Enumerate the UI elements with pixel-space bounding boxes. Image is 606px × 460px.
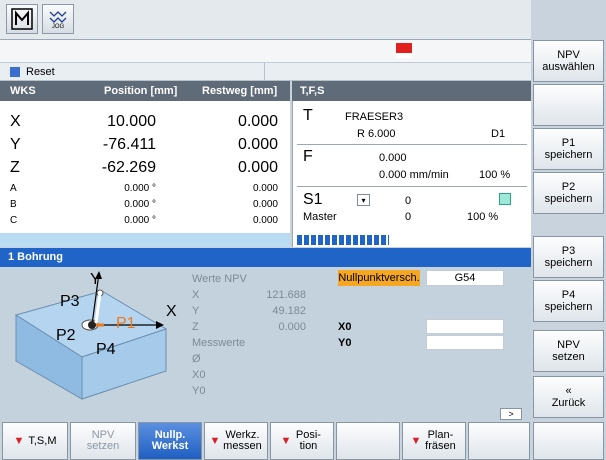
p3-label: P3 xyxy=(60,293,80,310)
machine-icon[interactable] xyxy=(6,4,38,34)
plan-fraesen-button[interactable]: ▼ Plan- fräsen xyxy=(402,422,466,460)
p4-label: P4 xyxy=(96,341,116,358)
s-value: 0 xyxy=(405,195,412,207)
tool-icon: ▼ xyxy=(13,434,25,447)
wks-col-label: WKS xyxy=(10,85,36,97)
p1-speichern-button[interactable]: P1 speichern xyxy=(533,128,604,170)
jog-icon[interactable]: JOG xyxy=(42,4,74,34)
f-value: 0.000 xyxy=(379,152,407,164)
npv-auswaehlen-button[interactable]: NPV auswählen xyxy=(533,40,604,82)
reset-label: Reset xyxy=(26,66,55,78)
npv-setzen-button[interactable]: NPV setzen xyxy=(533,330,604,372)
softkey-empty-bottom[interactable] xyxy=(336,422,400,460)
p2-label: P2 xyxy=(56,327,76,344)
npv-x-value: 121.688 xyxy=(266,289,306,301)
x0-field[interactable] xyxy=(426,319,504,334)
y-axis-label: Y xyxy=(90,271,101,288)
tfs-header: T,F,S xyxy=(292,81,531,101)
werte-npv-label: Werte NPV xyxy=(192,273,247,285)
master-value: 0 xyxy=(405,211,412,223)
axis-row-y: Y -76.411 0.000 xyxy=(10,136,278,153)
axis-row-x: X 10.000 0.000 xyxy=(10,113,278,130)
zurueck-button[interactable]: « Zurück xyxy=(533,376,604,418)
axis-row-a: A 0.000 ° 0.000 xyxy=(10,183,278,194)
p1-label: P1 xyxy=(116,315,136,332)
f-percent: 100 % xyxy=(479,169,511,181)
f-rate: 0.000 mm/min xyxy=(379,169,449,181)
master-percent: 100 % xyxy=(467,211,499,223)
tsm-button[interactable]: ▼ T,S,M xyxy=(2,422,68,460)
tool-name: FRAESER3 xyxy=(345,111,404,123)
wks-header: WKS Position [mm] Restweg [mm] xyxy=(0,81,290,101)
spindle-dropdown[interactable]: ▾ xyxy=(357,194,370,206)
x-axis-label: X xyxy=(166,303,177,320)
softkey-empty-bottom-3[interactable] xyxy=(533,422,604,460)
axis-row-c: C 0.000 ° 0.000 xyxy=(10,215,278,226)
s-label: S1 xyxy=(303,191,323,208)
p3-speichern-button[interactable]: P3 speichern xyxy=(533,236,604,278)
softkey-empty[interactable] xyxy=(533,84,604,126)
scroll-right-button[interactable]: > xyxy=(500,408,522,420)
master-label: Master xyxy=(303,211,337,223)
position-button[interactable]: ▼ Posi- tion xyxy=(270,422,334,460)
tool-d: D1 xyxy=(491,128,506,140)
tfs-panel: T FRAESER3 R 6.000 D1 F 0.000 0.000 mm/m… xyxy=(292,101,531,233)
measurement-diagram xyxy=(14,271,168,400)
nullpunkt-label-box: Nullpunktversch. xyxy=(338,270,420,286)
tool-icon: ▼ xyxy=(410,434,422,447)
nullp-werkst-button[interactable]: Nullp. Werkst xyxy=(138,422,202,460)
alarm-row xyxy=(0,40,531,63)
axis-row-z: Z -62.269 0.000 xyxy=(10,159,278,176)
messwerte-label: Messwerte xyxy=(192,337,246,349)
reset-icon xyxy=(10,67,20,77)
axis-row-b: B 0.000 ° 0.000 xyxy=(10,199,278,210)
p4-speichern-button[interactable]: P4 speichern xyxy=(533,280,604,322)
nullpunkt-select[interactable]: G54 xyxy=(426,270,504,286)
tool-icon: ▼ xyxy=(209,434,221,447)
scroll-row: > xyxy=(0,407,531,421)
npv-z-value: 0.000 xyxy=(278,321,306,333)
tool-radius: R 6.000 xyxy=(357,128,396,140)
tool-icon: ▼ xyxy=(280,434,292,447)
reset-row: Reset xyxy=(0,63,531,81)
top-bar xyxy=(0,0,606,40)
wks-table: X 10.000 0.000 Y -76.411 0.000 Z -62.269… xyxy=(0,101,290,233)
npv-setzen-bottom-button[interactable]: NPV setzen xyxy=(70,422,136,460)
work-area: P3 Y P1 X P2 P4 Werte NPV X 121.688 Y 49… xyxy=(0,267,531,407)
position-col-label: Position [mm] xyxy=(104,85,178,97)
status-strip xyxy=(0,233,290,247)
p2-speichern-button[interactable]: P2 speichern xyxy=(533,172,604,214)
y0-field[interactable] xyxy=(426,335,504,350)
softkey-empty-bottom-2[interactable] xyxy=(468,422,530,460)
bohrung-header: 1 Bohrung xyxy=(0,248,531,267)
t-label: T xyxy=(303,107,313,124)
f-label: F xyxy=(303,148,313,165)
spindle-stop-icon xyxy=(499,193,511,205)
npv-y-value: 49.182 xyxy=(272,305,306,317)
restweg-col-label: Restweg [mm] xyxy=(202,85,278,97)
spindle-load-bar xyxy=(292,233,531,247)
werkz-messen-button[interactable]: ▼ Werkz. messen xyxy=(204,422,268,460)
alarm-flag-icon xyxy=(396,43,412,53)
